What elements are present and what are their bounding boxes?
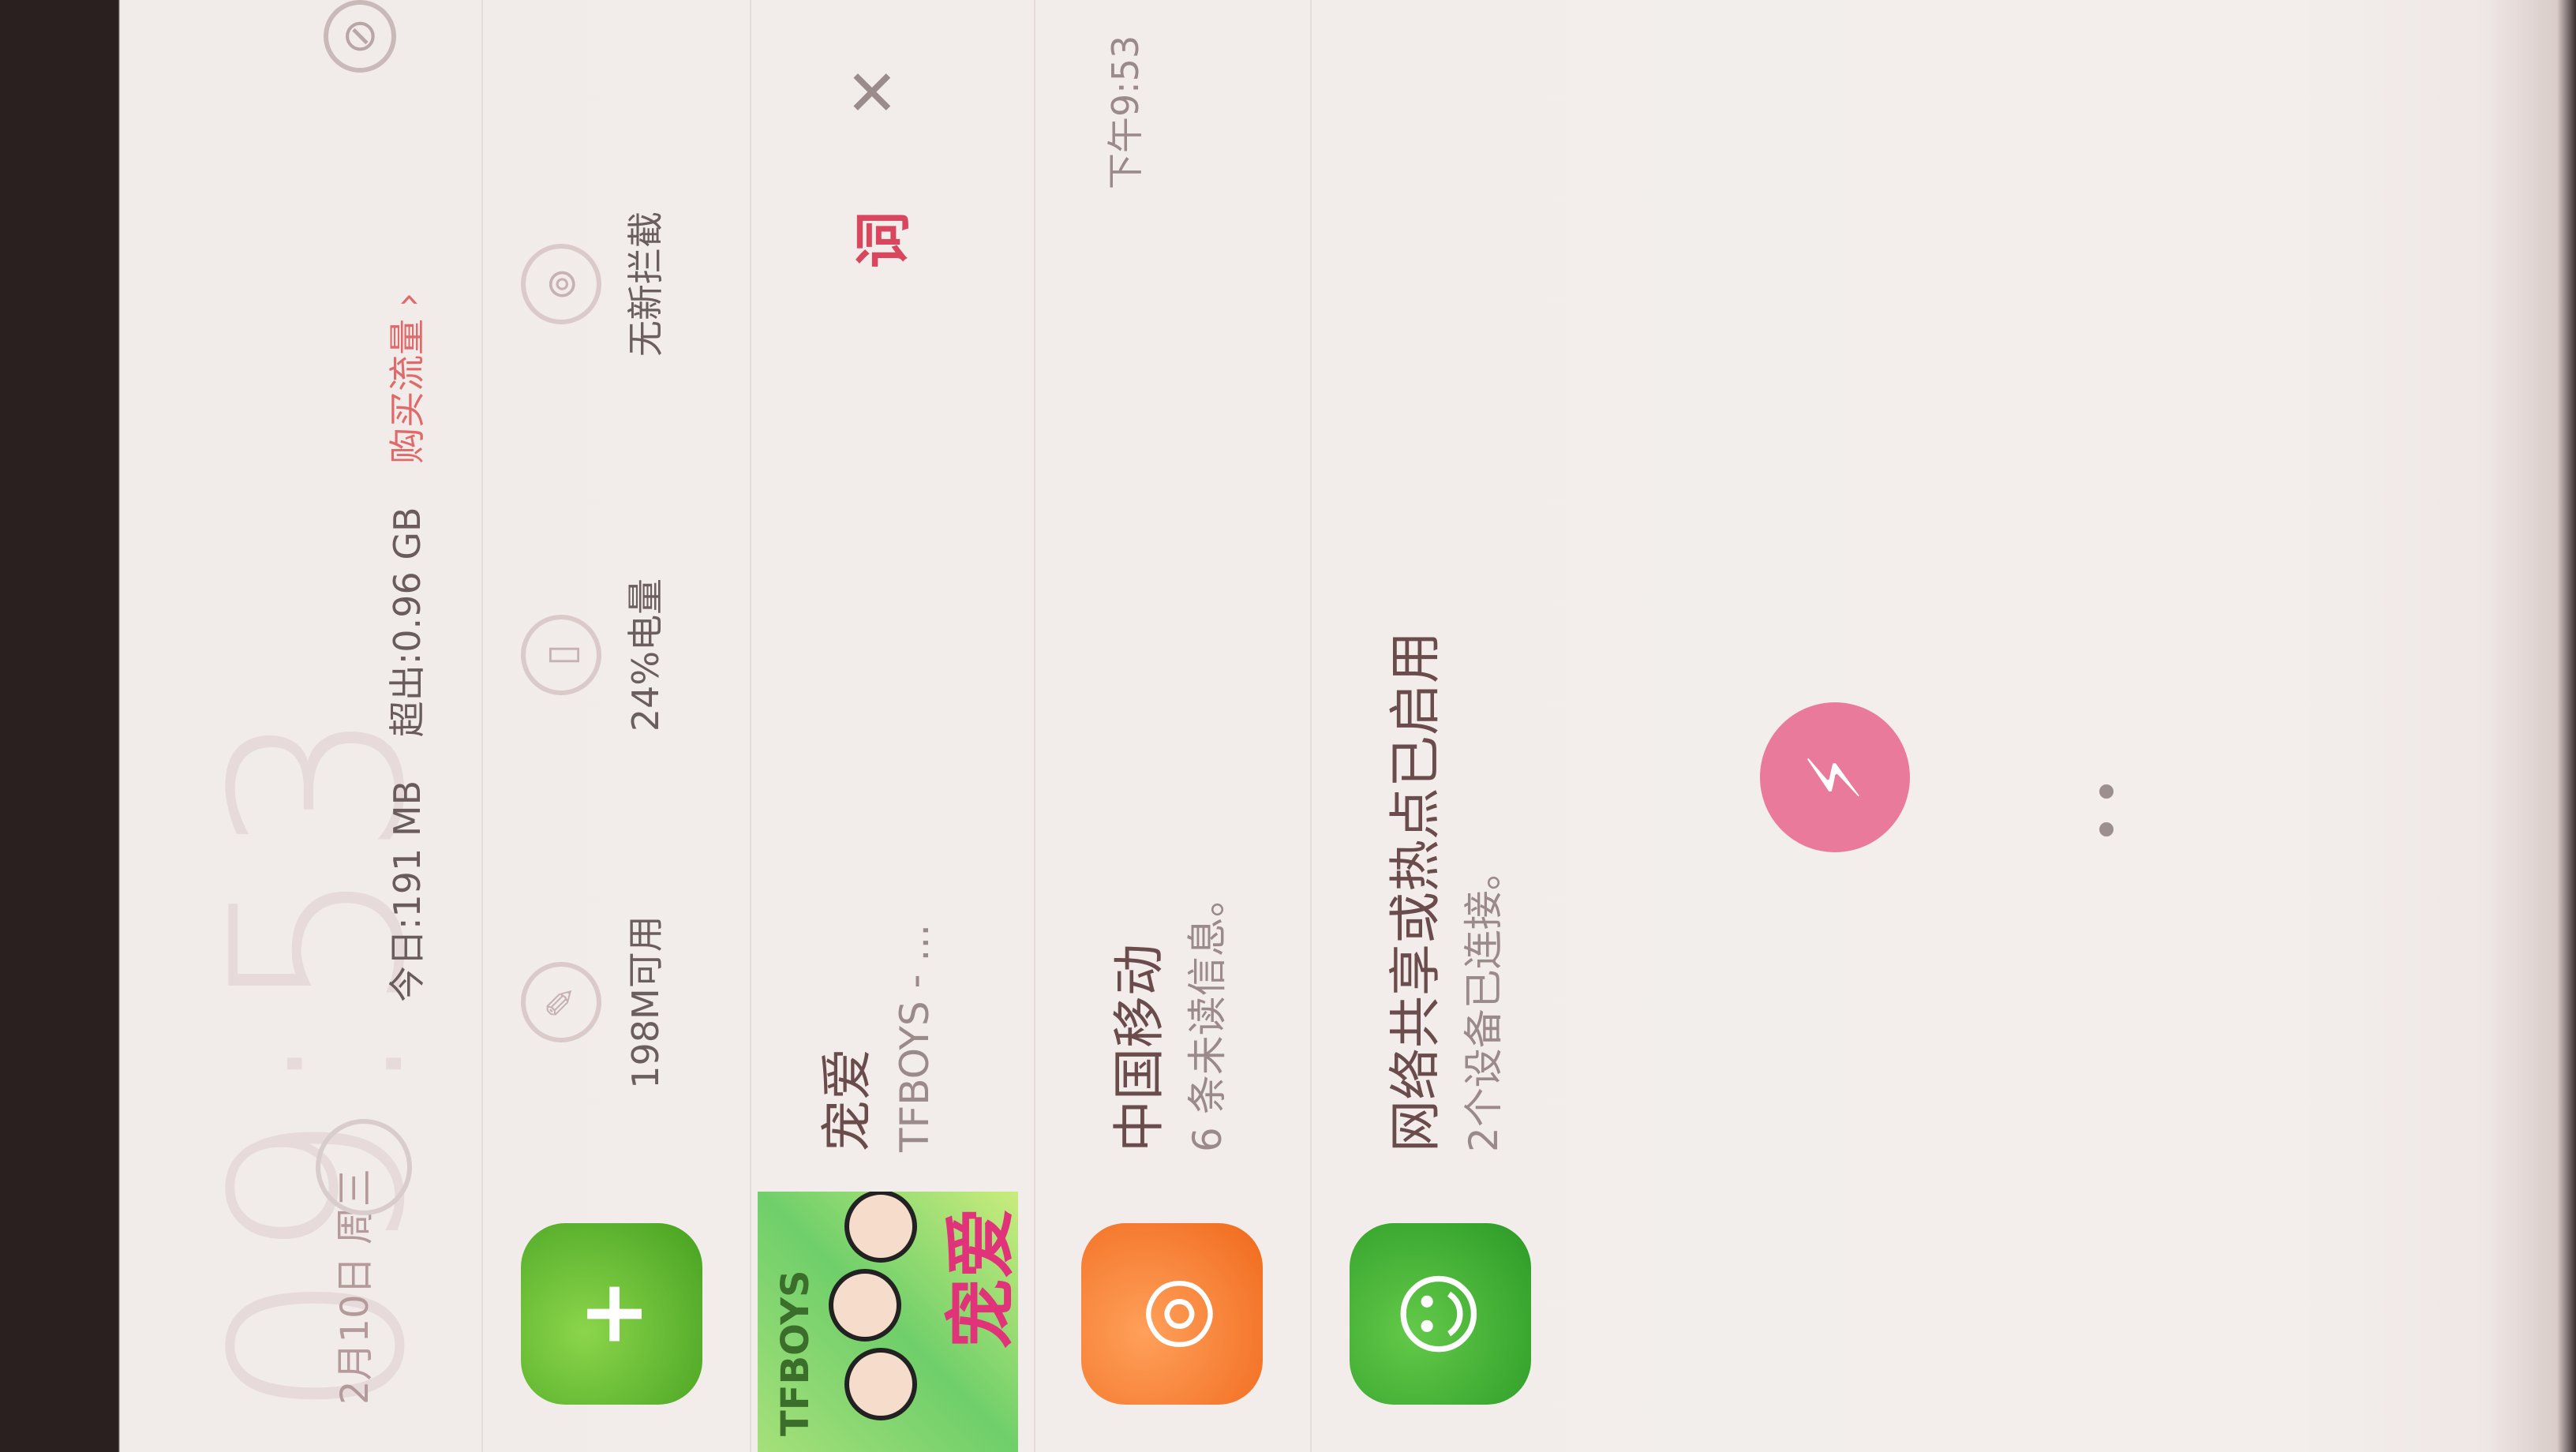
battery-stat[interactable]: ▯ 24%电量 [521, 537, 669, 773]
chat-icon: ◎ [1081, 1223, 1263, 1405]
hotspot-title: 网络共享或热点已启用 [1385, 631, 1446, 1152]
intercept-label: 无新拦截 [624, 211, 667, 357]
page-dot [2099, 822, 2114, 836]
hotspot-notification[interactable]: ☺ 网络共享或热点已启用 2个设备已连接。 [1318, 0, 1578, 1452]
robot-icon: ☺ [1350, 1223, 1531, 1405]
album-band-text: TFBOYS [773, 1270, 818, 1436]
shield-icon: + [521, 1223, 702, 1405]
sms-title: 中国移动 [1109, 944, 1170, 1152]
traffic-summary: 今日:191 MB 超出:0.96 GB 购买流量 › [379, 261, 431, 1002]
page-dot [2099, 784, 2114, 799]
intercept-stat[interactable]: ⊚ 无新拦截 [521, 166, 669, 402]
album-title-art: 宠爱 [940, 1207, 1018, 1349]
notification-shade: 09:53 2月10日 周三 ⊘ 今日:191 MB 超出:0.96 GB 购买… [142, 0, 2576, 1452]
edit-circle-icon[interactable] [316, 1119, 412, 1215]
album-face [829, 1269, 901, 1342]
album-art: TFBOYS 宠爱 [758, 1192, 1018, 1452]
divider [750, 0, 751, 1452]
battery-icon: ▯ [521, 615, 601, 695]
memory-label: 198M可用 [624, 915, 667, 1089]
traffic-today: 今日:191 MB [386, 780, 429, 1002]
hotspot-message: 2个设备已连接。 [1461, 851, 1507, 1152]
divider [1034, 0, 1035, 1452]
sms-time: 下午9:53 [1104, 35, 1147, 189]
intercept-icon: ⊚ [521, 244, 601, 324]
sms-notification[interactable]: ◎ 中国移动 6 条未读信息。 下午9:53 [1042, 0, 1302, 1452]
song-title: 宠爱 [817, 1048, 878, 1152]
broom-icon: ✎ [521, 962, 601, 1042]
do-not-disturb-icon[interactable]: ⊘ [324, 0, 396, 73]
album-face [844, 1192, 917, 1263]
status-header: 09:53 2月10日 周三 ⊘ 今日:191 MB 超出:0.96 GB 购买… [142, 0, 474, 1452]
flashlight-icon[interactable]: ⚡ [1760, 702, 1910, 852]
close-music-button[interactable]: ✕ [837, 65, 910, 118]
security-card[interactable]: + ✎ 198M可用 ▯ 24%电量 ⊚ 无新拦截 [489, 0, 742, 1452]
buy-traffic-link[interactable]: 购买流量 › [386, 293, 429, 464]
memory-stat[interactable]: ✎ 198M可用 [521, 884, 669, 1121]
divider [1310, 0, 1312, 1452]
music-card[interactable]: TFBOYS 宠爱 宠爱 TFBOYS - ... 词 ✕ [758, 0, 1018, 1452]
traffic-over: 超出:0.96 GB [386, 507, 429, 738]
divider [481, 0, 483, 1452]
song-artist: TFBOYS - ... [892, 923, 938, 1152]
page-indicator [2099, 761, 2117, 836]
battery-label: 24%电量 [624, 578, 667, 732]
lockscreen-photo: 09:53 2月10日 周三 ⊘ 今日:191 MB 超出:0.96 GB 购买… [0, 0, 2576, 1452]
sms-message: 6 条未读信息。 [1185, 878, 1230, 1152]
lyric-button[interactable]: 词 [837, 211, 919, 268]
album-face [844, 1348, 917, 1420]
